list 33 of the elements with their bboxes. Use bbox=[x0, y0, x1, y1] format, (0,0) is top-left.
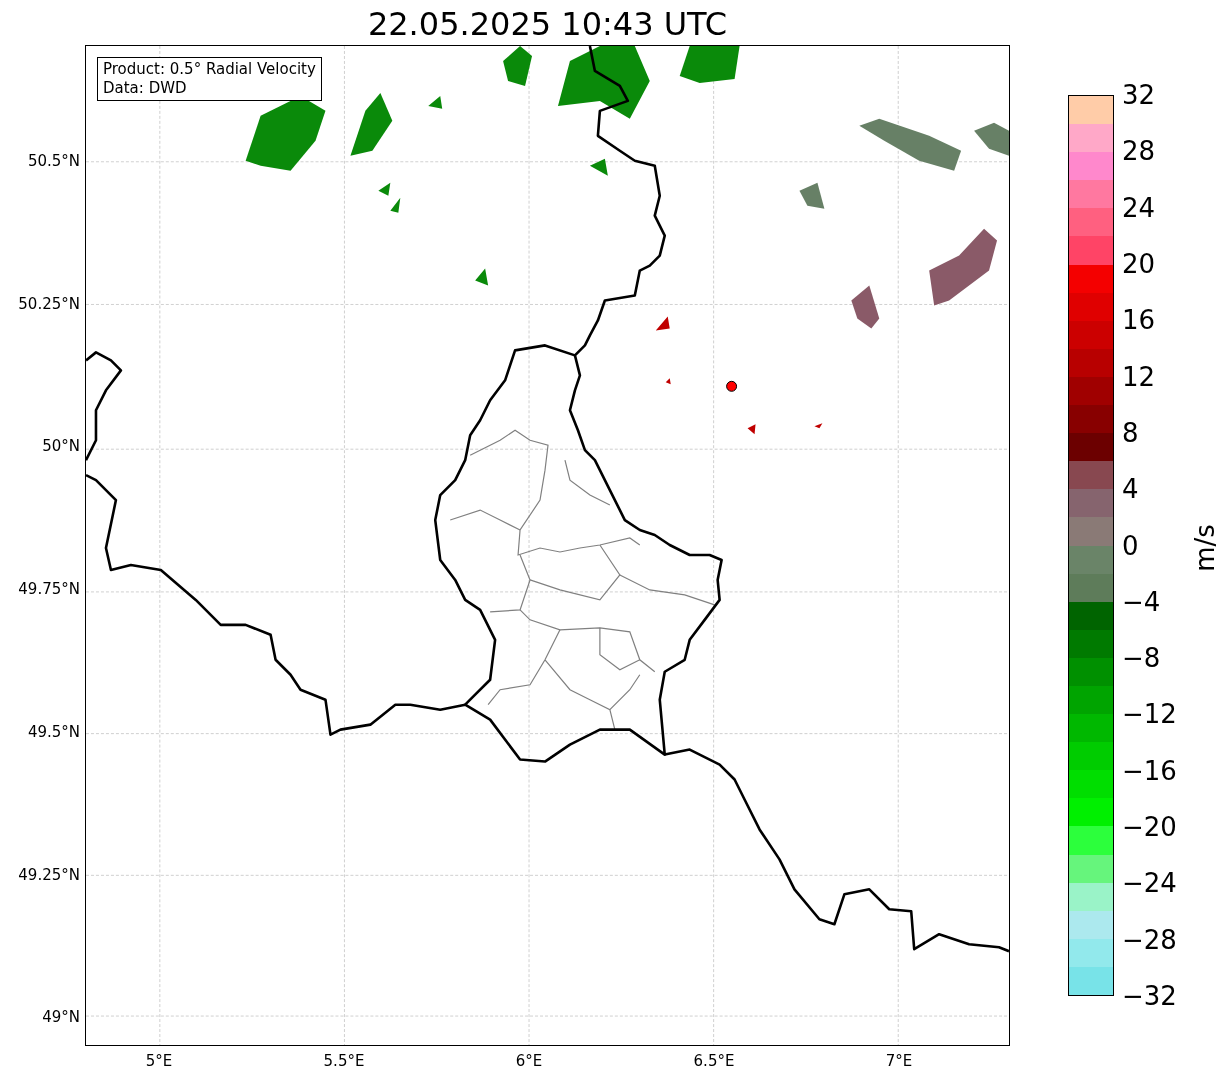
colorbar-tick-label: −4 bbox=[1122, 586, 1161, 617]
longitude-label: 6.5°E bbox=[692, 1051, 736, 1071]
colorbar-tick-label: 32 bbox=[1122, 80, 1156, 110]
latitude-label: 50.25°N bbox=[17, 293, 80, 314]
longitude-label: 7°E bbox=[884, 1051, 914, 1071]
colorbar-tick-label: −12 bbox=[1122, 699, 1177, 730]
latitude-label: 49°N bbox=[41, 1007, 80, 1028]
info-text: Data: DWD bbox=[103, 79, 188, 98]
colorbar-tick-label: −28 bbox=[1122, 924, 1177, 955]
info-text: Product: 0.5° Radial Velocity bbox=[103, 60, 316, 79]
latitude-label: 49.25°N bbox=[17, 864, 80, 885]
longitude-label: 5°E bbox=[144, 1051, 174, 1071]
colorbar-tick-label: 4 bbox=[1122, 474, 1139, 505]
colorbar-tick-label: 20 bbox=[1122, 248, 1156, 279]
latitude-label: 50°N bbox=[41, 436, 80, 457]
colorbar-tick-label: −16 bbox=[1122, 755, 1177, 786]
colorbar-tick-label: −32 bbox=[1122, 981, 1177, 1011]
longitude-label: 6°E bbox=[514, 1051, 544, 1071]
colorbar-tick-label: 0 bbox=[1122, 530, 1139, 561]
colorbar-tick-label: 16 bbox=[1122, 305, 1156, 336]
colorbar-tick-label: −20 bbox=[1122, 812, 1177, 843]
colorbar-tick-label: −8 bbox=[1122, 643, 1161, 674]
colorbar-label: m/s bbox=[1189, 523, 1221, 573]
latitude-label: 49.5°N bbox=[26, 721, 80, 742]
colorbar-tick-label: 24 bbox=[1122, 192, 1156, 223]
latitude-label: 49.75°N bbox=[17, 579, 80, 600]
colorbar-tick-label: −24 bbox=[1122, 868, 1177, 899]
latitude-label: 50.5°N bbox=[26, 151, 80, 171]
colorbar-tick-label: 28 bbox=[1122, 136, 1156, 167]
longitude-label: 5.5°E bbox=[322, 1051, 366, 1071]
chart-title: 22.05.2025 10:43 UTC bbox=[366, 4, 729, 44]
colorbar-tick-label: 12 bbox=[1122, 361, 1156, 392]
colorbar-tick-label: 8 bbox=[1122, 417, 1139, 448]
